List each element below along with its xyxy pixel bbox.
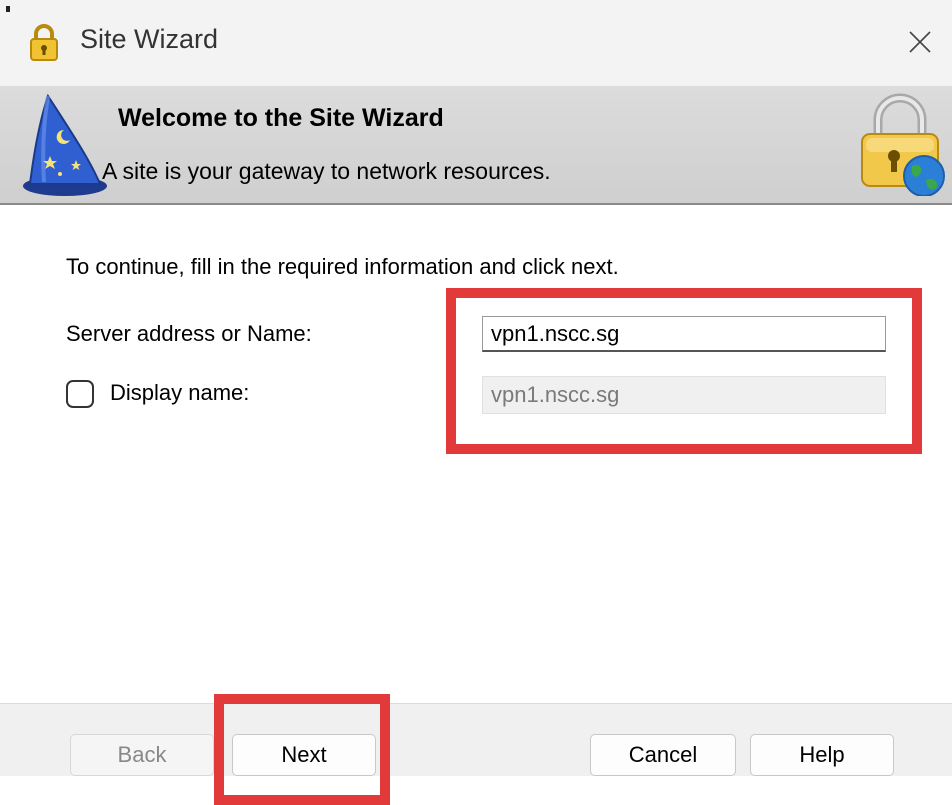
header-subtitle: A site is your gateway to network resour… (102, 158, 551, 184)
display-name-input[interactable] (482, 376, 886, 414)
help-button[interactable]: Help (750, 734, 894, 776)
server-address-input[interactable] (482, 316, 886, 352)
instructions-text: To continue, fill in the required inform… (66, 254, 619, 279)
close-button[interactable] (888, 14, 952, 70)
window-corner-mark (6, 6, 10, 12)
lock-globe-icon (861, 93, 945, 196)
window-title: Site Wizard (80, 24, 219, 54)
close-icon (909, 31, 931, 53)
display-name-label: Display name: (110, 380, 250, 405)
highlight-box-fields (446, 288, 922, 454)
server-address-label: Server address or Name: (66, 321, 312, 346)
lock-app-icon (30, 24, 58, 61)
wizard-header: Welcome to the Site Wizard A site is you… (0, 86, 952, 205)
header-title: Welcome to the Site Wizard (118, 104, 444, 132)
next-button[interactable]: Next (232, 734, 376, 776)
wizard-hat-icon (23, 93, 107, 196)
title-bar: Site Wizard (0, 0, 952, 86)
back-button[interactable]: Back (70, 734, 214, 776)
display-name-checkbox[interactable] (66, 380, 94, 408)
cancel-button[interactable]: Cancel (590, 734, 736, 776)
